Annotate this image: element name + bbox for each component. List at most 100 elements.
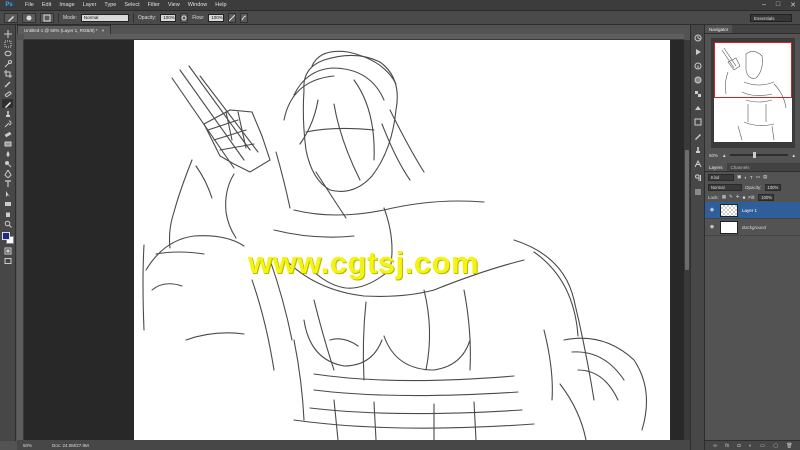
- healing-brush-tool-icon[interactable]: [2, 89, 13, 98]
- styles-panel-icon[interactable]: [693, 117, 703, 127]
- layer-row-layer-1[interactable]: ◉ Layer 1: [705, 202, 800, 219]
- layer-kind-filter[interactable]: Kind: [708, 173, 734, 181]
- pen-tool-icon[interactable]: [2, 169, 13, 178]
- menu-file[interactable]: File: [21, 2, 38, 8]
- airbrush-icon[interactable]: [228, 12, 237, 23]
- foreground-color-swatch[interactable]: [1, 232, 10, 240]
- menu-select[interactable]: Select: [120, 2, 143, 8]
- flow-field[interactable]: 100%: [208, 13, 225, 22]
- filter-type-icon[interactable]: T: [750, 175, 753, 180]
- brush-preset-icon[interactable]: [4, 12, 18, 23]
- menu-edit[interactable]: Edit: [38, 2, 55, 8]
- mode-select[interactable]: Normal: [80, 13, 129, 22]
- swatches-panel-icon[interactable]: [693, 89, 703, 99]
- brush-size-picker-icon[interactable]: [22, 12, 36, 23]
- filter-shape-icon[interactable]: ▭: [756, 174, 760, 180]
- new-layer-icon[interactable]: ▢: [773, 443, 778, 449]
- menu-layer[interactable]: Layer: [79, 2, 101, 8]
- opacity-field[interactable]: 100%: [160, 13, 177, 22]
- shape-tool-icon[interactable]: [2, 199, 13, 208]
- brush-panel-icon[interactable]: [40, 12, 54, 23]
- vertical-scroll-thumb[interactable]: [685, 150, 689, 270]
- layer-mask-icon[interactable]: ◘: [737, 443, 740, 449]
- gradient-tool-icon[interactable]: [2, 139, 13, 148]
- screen-mode-icon[interactable]: [2, 256, 13, 265]
- tab-channels[interactable]: Channels: [727, 163, 754, 171]
- zoom-level[interactable]: 50%: [23, 443, 32, 448]
- document-tab[interactable]: Untitled-1 @ 50% (Layer 1, RGB/8) * ×: [17, 25, 112, 34]
- clone-source-panel-icon[interactable]: [693, 145, 703, 155]
- maximize-icon[interactable]: □: [776, 1, 780, 9]
- document-size[interactable]: Doc: 24.0M/27.9M: [52, 443, 89, 448]
- paragraph-panel-icon[interactable]: [693, 173, 703, 183]
- clone-stamp-tool-icon[interactable]: [2, 109, 13, 118]
- layer-style-icon[interactable]: fx: [725, 443, 729, 449]
- crop-tool-icon[interactable]: [2, 69, 13, 78]
- group-folder-icon[interactable]: ▭: [760, 443, 765, 449]
- menu-view[interactable]: View: [164, 2, 184, 8]
- link-layers-icon[interactable]: ∞: [713, 443, 717, 449]
- layer-name[interactable]: Layer 1: [742, 208, 757, 213]
- hand-tool-icon[interactable]: [2, 209, 13, 218]
- layer-opacity-field[interactable]: 100%: [764, 183, 781, 191]
- layer-fill-field[interactable]: 100%: [758, 193, 775, 201]
- history-brush-tool-icon[interactable]: [2, 119, 13, 128]
- zoom-in-icon[interactable]: ▲: [792, 153, 796, 158]
- adjustment-layer-icon[interactable]: ◐: [749, 443, 752, 449]
- blend-mode-select[interactable]: Normal: [708, 183, 742, 191]
- properties-panel-icon[interactable]: [693, 187, 703, 197]
- lock-position-icon[interactable]: ✛: [736, 194, 740, 200]
- path-selection-tool-icon[interactable]: [2, 189, 13, 198]
- navigator-view-box[interactable]: [714, 42, 792, 98]
- filter-adjustment-icon[interactable]: ◐: [744, 175, 747, 180]
- close-icon[interactable]: ✕: [790, 1, 796, 9]
- adjustments-panel-icon[interactable]: [693, 103, 703, 113]
- menu-type[interactable]: Type: [100, 2, 120, 8]
- brush-panel-side-icon[interactable]: [693, 131, 703, 141]
- eraser-tool-icon[interactable]: [2, 129, 13, 138]
- tab-layers[interactable]: Layers: [705, 163, 727, 171]
- history-panel-icon[interactable]: [693, 33, 703, 43]
- navigator-zoom-knob[interactable]: [753, 152, 757, 158]
- actions-panel-icon[interactable]: [693, 47, 703, 57]
- visibility-eye-icon[interactable]: ◉: [708, 207, 716, 213]
- dodge-tool-icon[interactable]: [2, 159, 13, 168]
- filter-pixel-icon[interactable]: ▣: [737, 174, 741, 180]
- brush-tool-icon[interactable]: [2, 99, 13, 108]
- quick-mask-icon[interactable]: [2, 246, 13, 255]
- navigator-zoom-value[interactable]: 50%: [709, 153, 718, 158]
- lock-all-icon[interactable]: ■: [743, 195, 746, 200]
- zoom-tool-icon[interactable]: [2, 219, 13, 228]
- character-panel-icon[interactable]: [693, 159, 703, 169]
- move-tool-icon[interactable]: [2, 29, 13, 38]
- lock-transparent-icon[interactable]: ▦: [722, 194, 726, 200]
- tab-navigator[interactable]: Navigator: [705, 25, 733, 33]
- tab-close-icon[interactable]: ×: [102, 28, 105, 33]
- quick-selection-tool-icon[interactable]: [2, 59, 13, 68]
- filter-smart-icon[interactable]: ▤: [763, 174, 767, 180]
- document-canvas[interactable]: [134, 40, 670, 440]
- menu-window[interactable]: Window: [184, 2, 212, 8]
- color-swatches[interactable]: [1, 231, 15, 245]
- layer-row-background[interactable]: ◉ Background: [705, 219, 800, 236]
- navigator-zoom-slider[interactable]: [730, 152, 788, 158]
- marquee-tool-icon[interactable]: [2, 39, 13, 48]
- menu-filter[interactable]: Filter: [144, 2, 164, 8]
- color-panel-icon[interactable]: [693, 75, 703, 85]
- blur-tool-icon[interactable]: [2, 149, 13, 158]
- info-panel-icon[interactable]: [693, 61, 703, 71]
- layer-name[interactable]: Background: [742, 225, 766, 230]
- canvas-area[interactable]: www.cgtsj.com: [24, 40, 684, 440]
- lock-image-icon[interactable]: ✎: [729, 194, 733, 200]
- zoom-out-icon[interactable]: ▲: [722, 153, 726, 158]
- lasso-tool-icon[interactable]: [2, 49, 13, 58]
- visibility-eye-icon[interactable]: ◉: [708, 224, 716, 230]
- navigator-preview[interactable]: [711, 38, 795, 148]
- type-tool-icon[interactable]: [2, 179, 13, 188]
- menu-help[interactable]: Help: [211, 2, 230, 8]
- eyedropper-tool-icon[interactable]: [2, 79, 13, 88]
- delete-layer-icon[interactable]: 🗑: [786, 443, 792, 449]
- opacity-pressure-icon[interactable]: [180, 12, 189, 23]
- minimize-icon[interactable]: –: [762, 1, 766, 9]
- menu-image[interactable]: Image: [55, 2, 78, 8]
